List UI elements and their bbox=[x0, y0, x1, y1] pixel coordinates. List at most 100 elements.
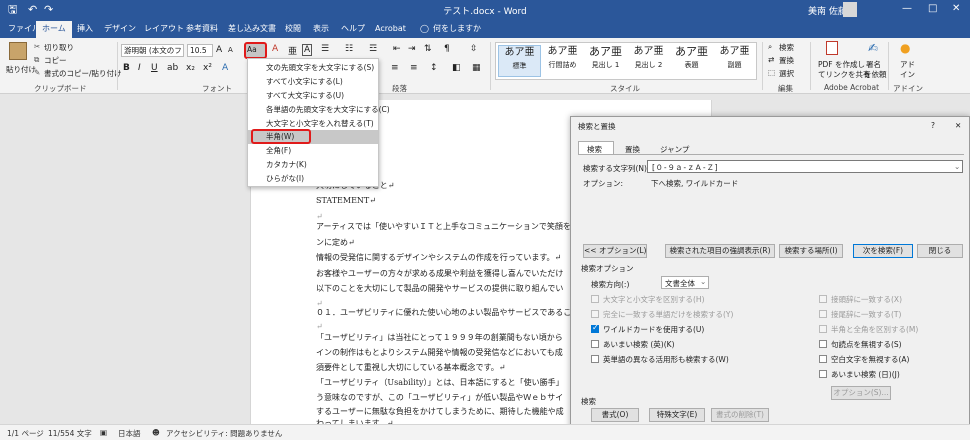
superscript-icon[interactable]: x² bbox=[203, 63, 212, 73]
reading-highlight-button[interactable]: 検索された項目の強調表示(R) bbox=[665, 244, 775, 258]
numbering-icon[interactable]: ☷ bbox=[345, 44, 353, 54]
less-options-button[interactable]: << オプション(L) bbox=[583, 244, 647, 258]
maximize-button[interactable]: □ bbox=[928, 3, 937, 14]
borders-icon[interactable]: ▦ bbox=[472, 63, 481, 73]
menu-item-hiragana[interactable]: ひらがな(I) bbox=[248, 172, 378, 186]
italic-icon[interactable]: I bbox=[138, 63, 141, 73]
find-in-button[interactable]: 検索する場所(I) bbox=[779, 244, 843, 258]
tab-mailings[interactable]: 差し込み文書 bbox=[228, 23, 276, 35]
justify-icon[interactable]: ≡ bbox=[410, 63, 418, 73]
ignore-punct-checkbox[interactable] bbox=[819, 340, 827, 348]
word-count[interactable]: 11/554 文字 bbox=[48, 428, 92, 439]
decrease-indent-icon[interactable]: ⇤ bbox=[393, 44, 401, 54]
match-case-checkbox[interactable] bbox=[591, 295, 599, 303]
fuzzy-options-button[interactable]: オプション(S)... bbox=[831, 386, 891, 400]
paste-icon[interactable] bbox=[9, 42, 27, 60]
text-effect-icon[interactable]: A bbox=[222, 63, 228, 73]
sort-icon[interactable]: ⇅ bbox=[424, 44, 432, 54]
style-title[interactable]: あア亜 表題 bbox=[670, 45, 713, 77]
tab-layout[interactable]: レイアウト bbox=[144, 23, 184, 35]
redo-icon[interactable]: ↷ bbox=[44, 3, 53, 17]
word-forms-checkbox[interactable] bbox=[591, 355, 599, 363]
find-button[interactable]: 検索 bbox=[779, 42, 794, 53]
grow-font-icon[interactable]: A bbox=[216, 45, 222, 55]
bold-icon[interactable]: B bbox=[123, 63, 130, 73]
asian-layout-icon[interactable]: ⇳ bbox=[470, 44, 478, 54]
dialog-close-text-button[interactable]: 閉じる bbox=[917, 244, 963, 258]
help-button[interactable]: ? bbox=[931, 121, 935, 130]
addin-line2[interactable]: イン bbox=[900, 69, 915, 80]
underline-icon[interactable]: U bbox=[151, 63, 158, 73]
tab-insert[interactable]: 挿入 bbox=[77, 23, 93, 35]
find-what-input[interactable]: [０-９ａ-ｚＡ-Ｚ] ⌄ bbox=[647, 160, 963, 173]
fuzzy-japanese-checkbox[interactable] bbox=[819, 370, 827, 378]
fuzzy-english-checkbox[interactable] bbox=[591, 340, 599, 348]
select-button[interactable]: 選択 bbox=[779, 68, 794, 79]
dialog-close-button[interactable]: ✕ bbox=[955, 121, 961, 130]
pdf-icon[interactable] bbox=[826, 41, 838, 55]
whole-word-checkbox[interactable] bbox=[591, 310, 599, 318]
save-icon[interactable]: 🖫 bbox=[8, 3, 17, 17]
style-heading-1[interactable]: あア亜 見出し 1 bbox=[584, 45, 627, 77]
subscript-icon[interactable]: x₂ bbox=[186, 63, 195, 73]
bullets-icon[interactable]: ☰ bbox=[321, 44, 329, 54]
format-button[interactable]: 書式(O) bbox=[591, 408, 639, 422]
tab-find[interactable]: 検索 bbox=[578, 141, 614, 155]
menu-item-full-width[interactable]: 全角(F) bbox=[248, 144, 378, 158]
tab-acrobat[interactable]: Acrobat bbox=[375, 23, 406, 35]
menu-item-uppercase[interactable]: すべて大文字にする(U) bbox=[248, 89, 378, 103]
style-heading-2[interactable]: あア亜 見出し 2 bbox=[627, 45, 670, 77]
shrink-font-icon[interactable]: A bbox=[228, 46, 233, 54]
undo-icon[interactable]: ↶ bbox=[28, 3, 37, 17]
line-spacing-icon[interactable]: ↕ bbox=[430, 63, 438, 73]
tab-view[interactable]: 表示 bbox=[313, 23, 329, 35]
select-icon[interactable]: ⬚ bbox=[768, 68, 775, 77]
ignore-space-checkbox[interactable] bbox=[819, 355, 827, 363]
menu-item-capitalize-each-word[interactable]: 各単語の先頭文字を大文字にする(C) bbox=[248, 103, 390, 117]
copy-icon[interactable]: ⧉ bbox=[34, 55, 39, 65]
direction-select[interactable]: 文書全体 ⌄ bbox=[661, 276, 709, 289]
accessibility-status[interactable]: アクセシビリティ: 問題ありません bbox=[166, 428, 282, 439]
style-normal[interactable]: あア亜 標準 bbox=[498, 45, 541, 77]
phonetic-guide-icon[interactable]: 亜 bbox=[288, 44, 297, 57]
multilevel-list-icon[interactable]: ☲ bbox=[369, 44, 377, 54]
wildcards-checkbox[interactable] bbox=[591, 323, 599, 333]
page-count[interactable]: 1/1 ページ bbox=[7, 428, 44, 439]
tab-design[interactable]: デザイン bbox=[104, 23, 136, 35]
style-subtitle[interactable]: あア亜 副題 bbox=[713, 45, 756, 77]
user-name[interactable]: 美南 佐藤 bbox=[808, 4, 847, 17]
close-button[interactable]: ✕ bbox=[952, 3, 960, 14]
char-border-icon[interactable]: A bbox=[302, 44, 313, 56]
font-size-box[interactable]: 10.5 bbox=[187, 44, 213, 57]
no-formatting-button[interactable]: 書式の削除(T) bbox=[711, 408, 769, 422]
menu-item-lowercase[interactable]: すべて小文字にする(L) bbox=[248, 75, 378, 89]
tab-home[interactable]: ホーム bbox=[36, 21, 72, 38]
sign-icon[interactable]: ✍ bbox=[868, 41, 878, 55]
avatar[interactable] bbox=[843, 2, 857, 17]
addin-icon[interactable]: ● bbox=[900, 41, 910, 55]
shading-icon[interactable]: ◧ bbox=[452, 63, 461, 73]
paste-button[interactable]: 貼り付け bbox=[6, 64, 36, 75]
search-icon[interactable]: ⌕ bbox=[768, 42, 772, 52]
font-name-box[interactable]: 游明朝 (本文のフォ bbox=[121, 44, 184, 57]
proofing-icon[interactable]: ▣ bbox=[100, 428, 107, 437]
sign-line2[interactable]: を依頼 bbox=[864, 69, 887, 80]
match-prefix-checkbox[interactable] bbox=[819, 295, 827, 303]
format-painter-button[interactable]: 書式のコピー/貼り付け bbox=[44, 68, 122, 79]
clear-format-icon[interactable]: A bbox=[272, 44, 278, 54]
tab-references[interactable]: 参考資料 bbox=[186, 23, 218, 35]
tab-review[interactable]: 校閲 bbox=[285, 23, 301, 35]
special-button[interactable]: 特殊文字(E) bbox=[649, 408, 705, 422]
scissors-icon[interactable]: ✂ bbox=[34, 42, 40, 51]
match-width-checkbox[interactable] bbox=[819, 325, 827, 333]
tell-me-box[interactable]: 何をしますか bbox=[433, 23, 481, 35]
tab-help[interactable]: ヘルプ bbox=[341, 23, 365, 35]
minimize-button[interactable]: — bbox=[902, 3, 912, 14]
style-no-spacing[interactable]: あア亜 行間詰め bbox=[541, 45, 584, 77]
pdf-share-line2[interactable]: てリンクを共有 bbox=[818, 69, 871, 80]
strikethrough-icon[interactable]: ab bbox=[167, 63, 178, 73]
cut-button[interactable]: 切り取り bbox=[44, 42, 74, 53]
copy-button[interactable]: コピー bbox=[44, 55, 67, 66]
replace-button[interactable]: 置換 bbox=[779, 55, 794, 66]
find-next-button[interactable]: 次を検索(F) bbox=[853, 244, 913, 258]
